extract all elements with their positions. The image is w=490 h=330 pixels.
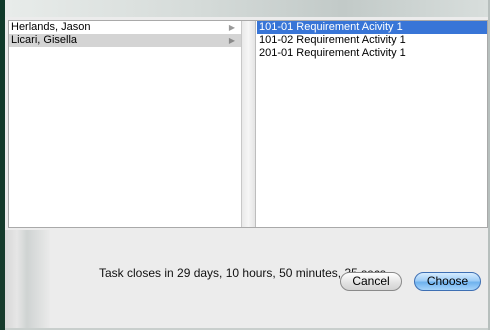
activity-row[interactable]: 101-01 Requirement Acivity 1: [257, 21, 487, 34]
activity-row[interactable]: 201-01 Requirement Activity 1: [257, 47, 487, 60]
column-browser: Herlands, Jason ▶ Licari, Gisella ▶ 101-…: [8, 20, 488, 228]
person-name: Licari, Gisella: [11, 34, 78, 46]
choose-button[interactable]: Choose: [414, 272, 481, 291]
activity-label: 101-02 Requirement Activity 1: [259, 34, 406, 46]
person-row-herlands[interactable]: Herlands, Jason ▶: [9, 21, 241, 34]
background-window-top: [5, 0, 488, 17]
activities-column[interactable]: 101-01 Requirement Acivity 1 101-02 Requ…: [257, 21, 487, 227]
activity-label: 201-01 Requirement Activity 1: [259, 47, 406, 59]
activity-label: 101-01 Requirement Acivity 1: [259, 21, 403, 33]
person-name: Herlands, Jason: [11, 21, 91, 33]
person-row-licari[interactable]: Licari, Gisella ▶: [9, 34, 241, 47]
activity-row[interactable]: 101-02 Requirement Activity 1: [257, 34, 487, 47]
disclosure-arrow-icon: ▶: [228, 23, 235, 32]
cancel-button[interactable]: Cancel: [340, 272, 402, 291]
people-column[interactable]: Herlands, Jason ▶ Licari, Gisella ▶: [9, 21, 241, 227]
column-scrollbar[interactable]: [241, 21, 256, 227]
disclosure-arrow-icon: ▶: [228, 36, 235, 45]
